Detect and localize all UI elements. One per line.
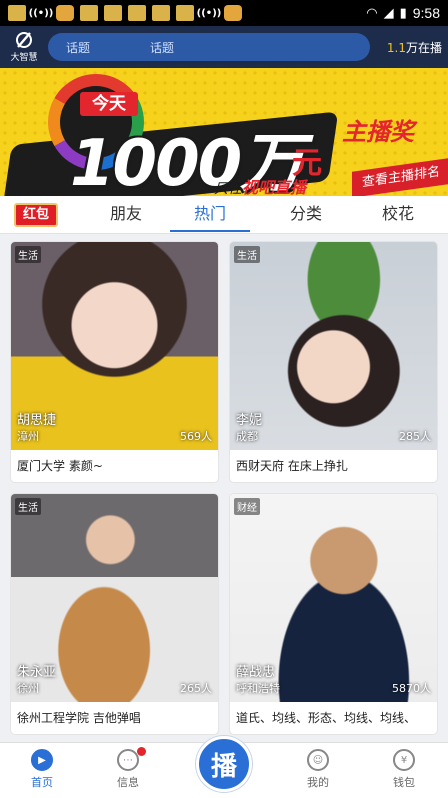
category-tag: 生活	[15, 498, 41, 515]
top-header: 大智慧 话题 话题 1.1万在播	[0, 26, 448, 68]
stream-thumbnail: 财经 薛战忠 呼和浩特 5870人	[230, 494, 437, 702]
banner-prize: 主播奖	[342, 118, 414, 146]
stream-thumbnail: 生活 胡思捷 漳州 569人	[11, 242, 218, 450]
host-name: 胡思捷	[17, 413, 57, 428]
stream-card[interactable]: 生活 李妮 成都 285人 西财天府 在床上挣扎	[230, 242, 437, 482]
slogan-prefix: 只在	[214, 181, 242, 196]
host-name: 李妮	[236, 413, 263, 428]
category-tabs: 红包 朋友 热门 分类 校花	[0, 196, 448, 234]
nav-me-label: 我的	[307, 776, 329, 789]
face-icon	[56, 5, 74, 21]
viewer-count: 5870人	[392, 682, 431, 695]
status-bar: ((•)) ((•)) ◠ ◢ ▮ 9:58	[0, 0, 448, 26]
host-city: 徐州	[17, 682, 39, 695]
host-city: 漳州	[17, 430, 39, 443]
nav-me[interactable]: ☺ 我的	[288, 749, 348, 790]
category-tag: 生活	[234, 246, 260, 263]
stream-caption: 厦门大学 素颜~	[17, 459, 103, 473]
banner-slogan: 只在视吧直播	[214, 174, 306, 196]
host-name: 朱永亚	[17, 665, 57, 680]
stream-card[interactable]: 财经 薛战忠 呼和浩特 5870人 道氏、均线、形态、均线、均线、	[230, 494, 437, 734]
search-hint: 话题	[150, 40, 175, 55]
live-count[interactable]: 1.1万在播	[387, 39, 442, 56]
message-icon: ⋯	[117, 749, 139, 771]
logo-text: 大智慧	[10, 53, 38, 63]
profile-icon: ☺	[307, 749, 329, 771]
clock: 9:58	[412, 5, 440, 21]
category-tag: 生活	[15, 246, 41, 263]
battery-icon: ▮	[399, 5, 407, 20]
wifi-icon: ◠	[366, 5, 378, 20]
status-right: ◠ ◢ ▮ 9:58	[366, 5, 440, 21]
app-notification-icon	[176, 5, 194, 21]
nav-home[interactable]: ▶ 首页	[12, 749, 72, 790]
nav-messages-label: 信息	[117, 776, 139, 789]
stream-card[interactable]: 生活 朱永亚 徐州 265人 徐州工程学院 吉他弹唱	[11, 494, 218, 734]
app-notification-icon	[128, 5, 146, 21]
tab-campus-belle[interactable]: 校花	[358, 196, 438, 234]
app-notification-icon	[8, 5, 26, 21]
wallet-icon: ¥	[393, 749, 415, 771]
tab-category[interactable]: 分类	[266, 196, 346, 234]
start-live-button[interactable]: 播	[196, 736, 252, 792]
host-city: 呼和浩特	[236, 682, 280, 695]
logo-icon	[16, 32, 32, 48]
radio-icon: ((•))	[196, 7, 222, 19]
notification-icons: ((•)) ((•))	[8, 5, 242, 21]
stream-caption: 徐州工程学院 吉他弹唱	[17, 711, 141, 725]
face-icon	[224, 5, 242, 21]
promo-banner[interactable]: 今天 1000万 元 主播奖 只在视吧直播 查看主播排名	[0, 68, 448, 196]
tab-hot[interactable]: 热门	[170, 196, 250, 234]
red-packet-button[interactable]: 红包	[14, 202, 58, 227]
host-name: 薛战忠	[236, 665, 276, 680]
search-hint: 话题	[66, 40, 91, 55]
nav-wallet-label: 钱包	[393, 776, 415, 789]
tab-friends[interactable]: 朋友	[86, 196, 166, 234]
viewer-count: 569人	[180, 430, 212, 443]
play-icon: ▶	[31, 749, 53, 771]
nav-home-label: 首页	[31, 776, 53, 789]
nav-wallet[interactable]: ¥ 钱包	[374, 749, 434, 790]
host-city: 成都	[236, 430, 258, 443]
stream-caption: 道氏、均线、形态、均线、均线、	[236, 711, 417, 725]
nav-messages[interactable]: ⋯ 信息	[98, 747, 158, 790]
viewer-count: 285人	[399, 430, 431, 443]
app-notification-icon	[80, 5, 98, 21]
unread-badge	[137, 747, 146, 756]
stream-card[interactable]: 生活 胡思捷 漳州 569人 厦门大学 素颜~	[11, 242, 218, 482]
live-count-suffix: 万在播	[405, 40, 442, 55]
signal-icon: ◢	[383, 5, 394, 20]
search-bar[interactable]: 话题 话题	[48, 33, 370, 61]
app-notification-icon	[152, 5, 170, 21]
live-count-number: 1.1	[386, 40, 406, 55]
stream-caption: 西财天府 在床上挣扎	[236, 459, 348, 473]
viewer-count: 265人	[180, 682, 212, 695]
stream-thumbnail: 生活 朱永亚 徐州 265人	[11, 494, 218, 702]
radio-icon: ((•))	[28, 7, 54, 19]
app-notification-icon	[104, 5, 122, 21]
slogan-brand: 视吧直播	[242, 178, 307, 196]
category-tag: 财经	[234, 498, 260, 515]
app-logo[interactable]: 大智慧	[6, 28, 42, 66]
stream-thumbnail: 生活 李妮 成都 285人	[230, 242, 437, 450]
